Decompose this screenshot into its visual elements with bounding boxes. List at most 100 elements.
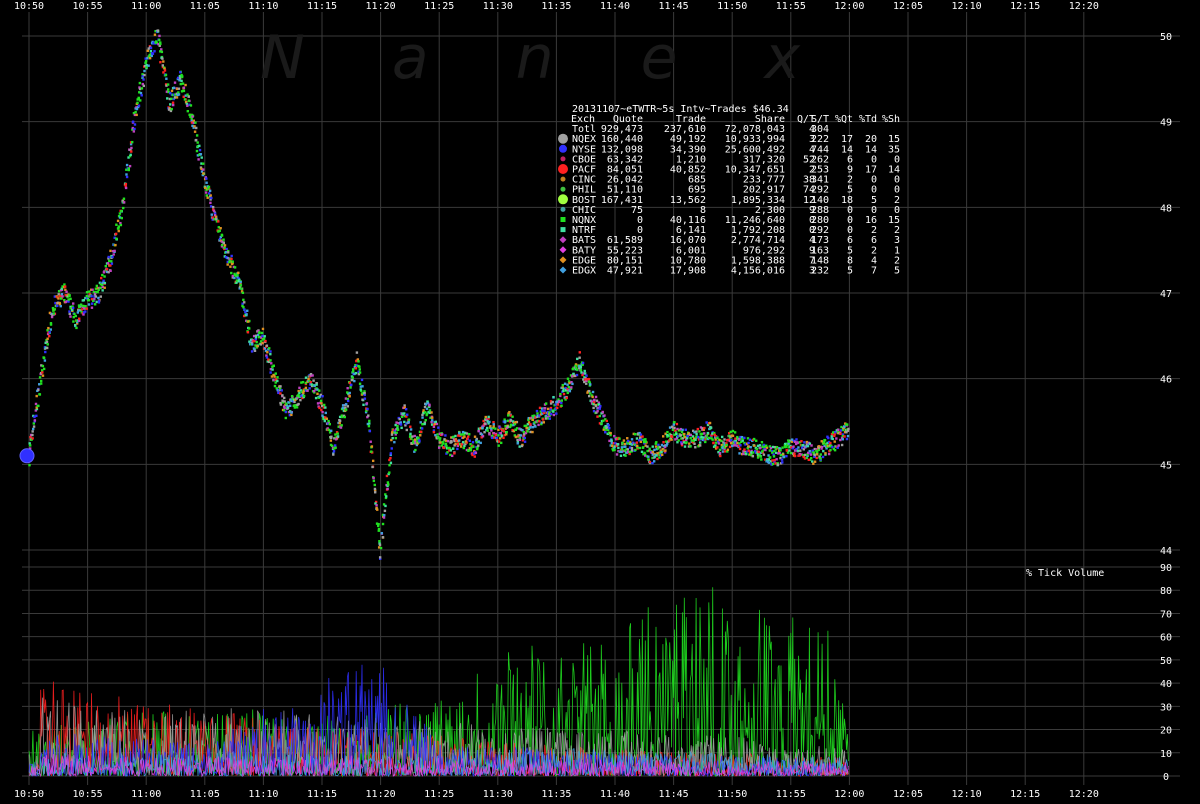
price-dot — [587, 377, 591, 381]
price-dot — [827, 436, 830, 440]
y-tick-volume-9: 90 — [1160, 563, 1172, 574]
price-dot — [41, 364, 45, 368]
legend-header-qt: %Qt — [835, 114, 853, 125]
price-dot — [833, 440, 836, 443]
price-dot — [457, 434, 460, 437]
price-dot — [839, 429, 843, 432]
price-dot — [677, 439, 680, 442]
x-tick-bottom-7: 11:25 — [424, 789, 454, 800]
price-dot — [224, 250, 228, 254]
price-dot — [68, 312, 71, 316]
price-dot — [411, 435, 414, 438]
price-dot — [336, 432, 339, 435]
price-dot — [139, 99, 142, 102]
price-dot — [731, 444, 734, 448]
price-dot — [809, 453, 813, 456]
price-dot — [634, 448, 637, 452]
price-dot — [561, 383, 564, 387]
price-dot — [684, 428, 687, 432]
price-dot — [685, 437, 689, 440]
price-dot — [822, 449, 825, 453]
price-dot — [35, 414, 38, 418]
x-tick-top-10: 11:40 — [600, 1, 630, 12]
price-dot — [205, 194, 209, 197]
price-dot — [681, 428, 684, 432]
price-dot — [810, 444, 813, 447]
legend-edgx-quote: 47,921 — [607, 266, 643, 277]
price-dot — [101, 273, 104, 277]
price-dot — [675, 422, 679, 426]
price-dot — [229, 265, 232, 268]
price-dot — [308, 387, 311, 390]
price-dot — [247, 320, 250, 323]
price-dot — [297, 402, 300, 406]
price-dot — [494, 433, 497, 437]
price-dot — [610, 439, 613, 443]
price-dot — [90, 306, 94, 309]
price-dot — [813, 460, 817, 463]
price-dot — [779, 449, 782, 452]
price-dot — [428, 403, 431, 406]
price-dot — [389, 452, 393, 455]
price-dot — [613, 448, 616, 452]
price-dot — [403, 420, 406, 424]
price-dot — [644, 438, 647, 441]
price-dot — [53, 308, 56, 311]
x-tick-top-7: 11:25 — [424, 1, 454, 12]
price-dot — [689, 445, 692, 448]
price-dot — [430, 411, 433, 414]
price-dot — [442, 442, 445, 445]
x-tick-bottom-5: 11:15 — [307, 789, 337, 800]
price-dot — [211, 205, 215, 209]
price-dot — [515, 427, 519, 430]
price-dot — [38, 393, 42, 396]
price-dot — [808, 449, 811, 453]
price-dot — [318, 389, 321, 392]
price-dot — [357, 360, 360, 363]
price-dot — [159, 41, 162, 44]
price-dot — [463, 435, 466, 438]
price-dot — [598, 407, 601, 410]
price-dot — [214, 215, 218, 218]
price-dot — [461, 441, 465, 444]
x-tick-top-14: 12:00 — [834, 1, 864, 12]
price-dot — [286, 406, 289, 410]
price-dot — [768, 449, 772, 452]
price-dot — [607, 424, 610, 427]
price-dot — [626, 448, 630, 451]
x-tick-top-18: 12:20 — [1069, 1, 1099, 12]
price-dot — [99, 295, 103, 298]
price-dot — [177, 93, 181, 96]
price-dot — [31, 427, 35, 431]
price-dot — [486, 429, 489, 432]
price-dot — [390, 447, 393, 450]
price-dot — [596, 410, 599, 413]
price-dot — [434, 420, 437, 424]
price-dot — [209, 205, 213, 208]
price-dot — [198, 148, 202, 152]
price-dot — [161, 64, 164, 67]
price-dot — [103, 275, 106, 278]
price-dot — [453, 452, 456, 455]
price-dot — [630, 438, 634, 441]
legend-edgx-share: 4,156,016 — [731, 266, 785, 277]
price-dot — [603, 414, 606, 417]
price-dot — [581, 361, 585, 365]
price-dot — [421, 423, 424, 426]
price-dot — [843, 435, 846, 438]
price-dot — [325, 417, 328, 420]
price-dot — [630, 448, 634, 452]
price-dot — [514, 420, 518, 424]
price-dot — [209, 201, 212, 205]
price-dot — [509, 423, 513, 426]
price-dot — [760, 458, 763, 461]
price-dot — [588, 389, 591, 393]
price-dot — [835, 437, 838, 440]
price-dot — [673, 421, 676, 424]
price-dot — [748, 438, 752, 441]
x-tick-top-5: 11:15 — [307, 1, 337, 12]
price-dot — [799, 449, 802, 452]
price-dot — [28, 463, 31, 467]
price-dot — [271, 368, 274, 371]
price-dot — [73, 312, 76, 316]
